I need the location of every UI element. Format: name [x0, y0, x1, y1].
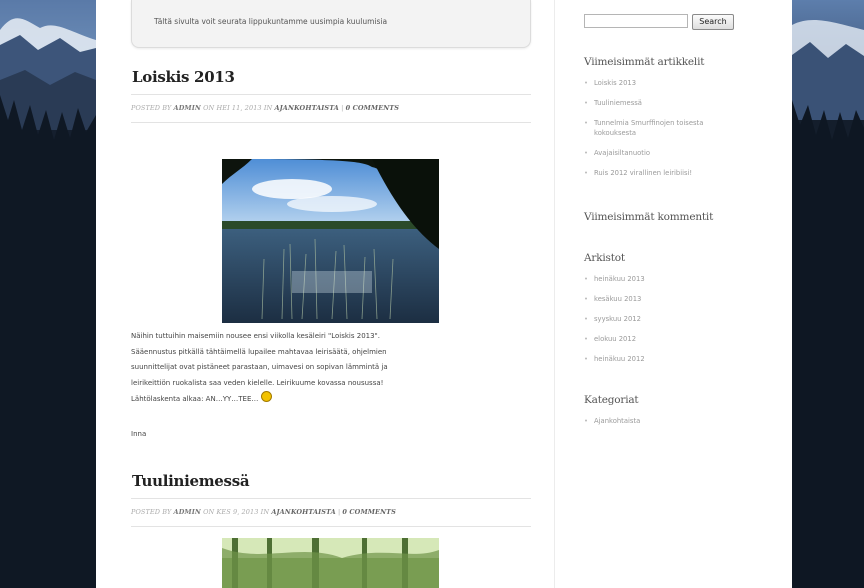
post-title[interactable]: Tuuliniemessä [131, 472, 531, 490]
post-photo-forest[interactable] [222, 538, 439, 588]
post-body: Näihin tuttuihin maisemiin nousee ensi v… [131, 329, 431, 408]
meta-separator: | [341, 104, 344, 112]
categories-list: Ajankohtaista [584, 416, 754, 426]
archive-link[interactable]: syyskuu 2012 [584, 314, 754, 324]
archive-link[interactable]: kesäkuu 2013 [584, 294, 754, 304]
post-tuuliniemessa: Tuuliniemessä POSTED BY ADMIN ON KES 9, … [131, 472, 531, 527]
widget-title-categories: Kategoriat [584, 394, 639, 406]
archive-link[interactable]: elokuu 2012 [584, 334, 754, 344]
meta-date: HEI 11, 2013 [216, 104, 262, 112]
meta-on: ON [203, 508, 215, 516]
recent-post-link[interactable]: Ruis 2012 virallinen leiribiisi! [584, 168, 754, 178]
meta-in: IN [260, 508, 270, 516]
meta-category-link[interactable]: AJANKOHTAISTA [274, 104, 338, 112]
archives-list: heinäkuu 2013 kesäkuu 2013 syyskuu 2012 … [584, 274, 754, 364]
body-line: Lähtölaskenta alkaa: AN…YY…TEE… [131, 395, 259, 403]
widget-title-archives: Arkistot [584, 252, 625, 264]
category-link[interactable]: Ajankohtaista [584, 416, 754, 426]
intro-box: Tältä sivulta voit seurata lippukuntamme… [131, 0, 531, 48]
recent-post-link[interactable]: Loiskis 2013 [584, 78, 754, 88]
recent-post-link[interactable]: Tuuliniemessä [584, 98, 754, 108]
post-title[interactable]: Loiskis 2013 [131, 68, 531, 86]
archive-link[interactable]: heinäkuu 2012 [584, 354, 754, 364]
recent-posts-list: Loiskis 2013 Tuuliniemessä Tunnelmia Smu… [584, 78, 754, 178]
archive-link[interactable]: heinäkuu 2013 [584, 274, 754, 284]
search-button[interactable]: Search [692, 14, 734, 30]
background-scenery-right [792, 0, 864, 588]
meta-comments-link[interactable]: 0 COMMENTS [342, 508, 395, 516]
recent-post-link[interactable]: Avajaisiltanuotio [584, 148, 754, 158]
body-line-last: Lähtölaskenta alkaa: AN…YY…TEE… [131, 391, 431, 408]
meta-separator: | [337, 508, 341, 516]
intro-text: Tältä sivulta voit seurata lippukuntamme… [154, 17, 388, 26]
page-content: Tältä sivulta voit seurata lippukuntamme… [96, 0, 792, 588]
widget-title-recent-comments: Viimeisimmät kommentit [584, 211, 714, 223]
recent-post-link-continued[interactable]: kokouksesta [584, 128, 754, 138]
background-scenery-left [0, 0, 96, 588]
post-signature: Inna [131, 430, 147, 438]
body-line: suunnittelijat ovat pistäneet parastaan,… [131, 363, 388, 371]
sidebar-divider [554, 0, 555, 588]
post-photo-lake[interactable] [222, 159, 439, 323]
meta-author[interactable]: ADMIN [174, 508, 201, 516]
meta-prefix: POSTED BY [131, 508, 172, 516]
post-meta: POSTED BY ADMIN ON KES 9, 2013 IN AJANKO… [131, 498, 531, 527]
body-line: Sääennustus pitkällä tähtäimellä lupaile… [131, 347, 387, 356]
body-line: leirikeittiön ruokalista saa veden kiele… [131, 378, 384, 387]
smiley-icon [260, 391, 272, 402]
meta-in: IN [263, 104, 273, 112]
recent-post-link[interactable]: Tunnelmia Smurffinojen toisesta [584, 118, 754, 128]
post-meta: POSTED BY ADMIN ON HEI 11, 2013 IN AJANK… [131, 94, 531, 123]
meta-comments-link[interactable]: 0 COMMENTS [346, 104, 399, 112]
meta-on: ON [203, 104, 215, 112]
meta-prefix: POSTED BY [131, 104, 172, 112]
meta-author[interactable]: ADMIN [174, 104, 201, 112]
meta-category-link[interactable]: AJANKOHTAISTA [271, 508, 335, 516]
body-line: Näihin tuttuihin maisemiin nousee ensi v… [131, 332, 381, 340]
search-input[interactable] [584, 14, 688, 28]
meta-date: KES 9, 2013 [216, 508, 259, 516]
widget-title-recent-posts: Viimeisimmät artikkelit [584, 56, 705, 68]
post-loiskis-2013: Loiskis 2013 POSTED BY ADMIN ON HEI 11, … [131, 68, 531, 123]
